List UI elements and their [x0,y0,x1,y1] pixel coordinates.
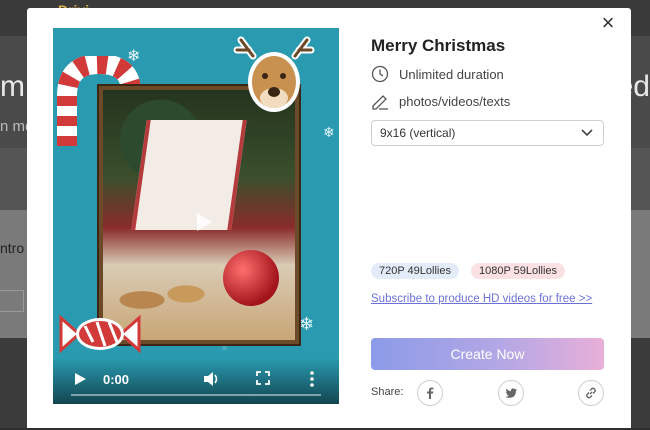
aspect-ratio-select[interactable]: 9x16 (vertical) [371,120,604,146]
clock-icon [371,65,389,83]
fullscreen-icon[interactable] [256,371,270,385]
facebook-share-button[interactable] [417,380,443,406]
share-label: Share: [371,386,404,398]
video-time: 0:00 [103,372,130,387]
aspect-ratio-value: 9x16 (vertical) [380,126,456,140]
close-icon[interactable]: × [599,12,617,34]
more-options-icon[interactable] [309,370,315,388]
snowflake-icon: ❄ [299,314,315,334]
media-text: photos/videos/texts [399,93,511,109]
background-intro-text: ntro [0,240,25,256]
video-controls: 0:00 [53,358,339,404]
play-icon[interactable] [185,204,221,240]
twitter-share-button[interactable] [498,380,524,406]
price-720p-badge: 720P 49Lollies [371,263,459,279]
subscribe-link[interactable]: Subscribe to produce HD videos for free … [371,288,603,311]
volume-icon[interactable] [203,371,221,387]
link-icon [586,387,596,399]
video-preview[interactable]: ❄ ❄ ❄ 0:00 [53,28,339,404]
video-progress-bar[interactable] [71,394,321,396]
background-hero-text-left: m [0,70,25,103]
play-icon[interactable] [73,372,87,386]
media-info: photos/videos/texts [371,92,510,110]
twitter-icon [505,388,517,398]
duration-text: Unlimited duration [399,66,504,82]
copy-link-button[interactable] [578,380,604,406]
edit-icon [372,95,388,110]
template-preview-modal: × ❄ ❄ ❄ 0:00 Merry Christmas Unlimited d… [27,8,631,430]
candy-sticker [59,314,141,354]
create-now-button[interactable]: Create Now [371,338,604,370]
duration-info: Unlimited duration [371,65,504,83]
snowflake-icon: ❄ [323,124,335,140]
ornament-image [223,250,279,306]
template-title: Merry Christmas [371,36,506,55]
background-box [0,290,24,312]
reindeer-sticker [233,36,315,112]
price-options: 720P 49Lollies 1080P 59Lollies [371,263,566,279]
price-1080p-badge: 1080P 59Lollies [470,263,566,279]
chevron-down-icon [581,129,593,137]
facebook-icon [427,387,434,399]
